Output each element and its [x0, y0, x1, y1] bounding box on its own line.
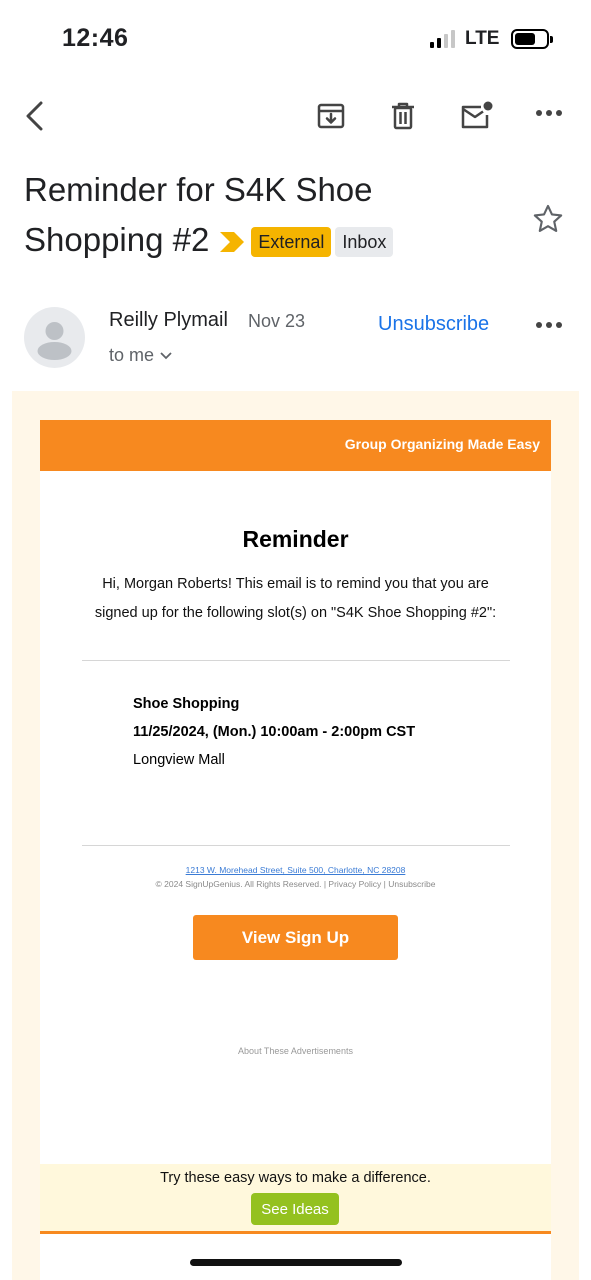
label-external[interactable]: External	[251, 227, 332, 258]
email-intro: Hi, Morgan Roberts! This email is to rem…	[70, 570, 521, 628]
trash-icon[interactable]	[383, 96, 423, 136]
email-body: Group Organizing Made Easy Reminder Hi, …	[12, 391, 579, 1280]
divider	[82, 845, 510, 846]
view-sign-up-button[interactable]: View Sign Up	[193, 915, 398, 960]
email-toolbar	[0, 88, 591, 144]
see-ideas-button[interactable]: See Ideas	[251, 1193, 339, 1225]
slot-time: 11/25/2024, (Mon.) 10:00am - 2:00pm CST	[133, 724, 416, 740]
divider	[82, 660, 510, 661]
chevron-down-icon	[160, 351, 172, 359]
importance-marker-icon[interactable]	[219, 217, 245, 267]
email-heading: Reminder	[242, 526, 349, 552]
email-card: Group Organizing Made Easy Reminder Hi, …	[40, 420, 551, 1280]
email-header-bar: Group Organizing Made Easy	[40, 420, 551, 471]
footer-copyright: © 2024 SignUpGenius. All Rights Reserved…	[155, 879, 436, 889]
subject-line-2-wrap: Shopping #2 External Inbox	[24, 215, 524, 267]
network-label: LTE	[465, 28, 500, 49]
try-ideas-box: Try these easy ways to make a difference…	[40, 1164, 551, 1234]
email-subject: Reminder for S4K Shoe Shopping #2 Externa…	[24, 165, 524, 267]
slot-details: Shoe Shopping 11/25/2024, (Mon.) 10:00am…	[133, 690, 415, 774]
status-time: 12:46	[62, 24, 129, 52]
home-indicator[interactable]	[190, 1259, 402, 1266]
sent-date: Nov 23	[248, 311, 306, 331]
footer-address-link[interactable]: 1213 W. Morehead Street, Suite 500, Char…	[0, 865, 591, 875]
recipient-label: to me	[109, 345, 155, 365]
subject-line-1: Reminder for S4K Shoe	[24, 171, 373, 208]
sender-avatar[interactable]	[24, 307, 85, 368]
status-bar: 12:46 LTE	[0, 0, 591, 80]
email-tagline: Group Organizing Made Easy	[344, 436, 540, 452]
status-indicators: LTE	[430, 28, 554, 50]
slot-location: Longview Mall	[133, 752, 225, 768]
intro-line-1: Hi, Morgan Roberts! This email is to rem…	[102, 576, 489, 592]
slot-title: Shoe Shopping	[133, 696, 240, 712]
ads-label[interactable]: About These Advertisements	[40, 1046, 551, 1056]
unsubscribe-link[interactable]: Unsubscribe	[378, 313, 489, 336]
battery-icon	[511, 29, 554, 49]
star-icon[interactable]	[531, 202, 565, 236]
recipient-details-toggle[interactable]: to me	[109, 345, 172, 366]
sender-more-icon[interactable]	[536, 322, 562, 328]
try-text: Try these easy ways to make a difference…	[160, 1170, 431, 1186]
intro-line-2: signed up for the following slot(s) on "…	[94, 605, 497, 621]
more-options-icon[interactable]	[536, 110, 562, 116]
back-arrow-icon[interactable]	[14, 96, 54, 136]
signal-icon	[430, 30, 455, 48]
label-inbox[interactable]: Inbox	[335, 227, 394, 258]
archive-icon[interactable]	[311, 96, 351, 136]
sender-name[interactable]: Reilly Plymail	[109, 309, 228, 332]
mark-unread-icon[interactable]	[456, 96, 496, 136]
subject-line-2: Shopping #2	[24, 221, 210, 258]
